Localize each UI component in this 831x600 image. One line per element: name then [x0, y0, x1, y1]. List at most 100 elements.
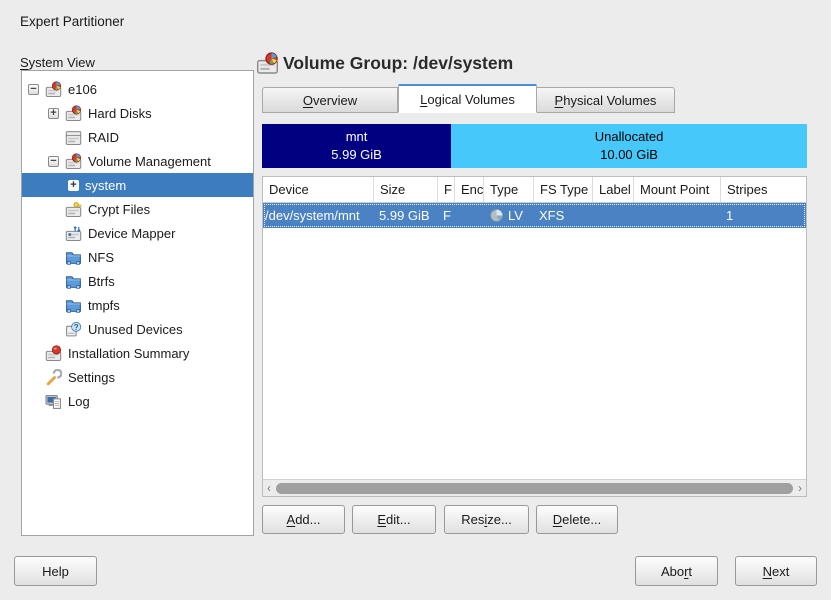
add-button[interactable]: Add... [262, 505, 345, 534]
sidebar-item-label: RAID [88, 130, 119, 145]
sidebar-item-label: Installation Summary [68, 346, 189, 361]
column-header-label: Mount Point [640, 182, 709, 197]
column-header-size[interactable]: Size [374, 177, 438, 202]
column-header-label: Size [380, 182, 405, 197]
column-header-device[interactable]: Device [263, 177, 374, 202]
column-header-label: F [444, 182, 452, 197]
sidebar-item-e106[interactable]: −e106 [22, 77, 253, 101]
cell-fs-type: XFS [534, 203, 593, 228]
volume-usage-bar: mnt5.99 GiBUnallocated10.00 GiB [262, 124, 807, 168]
sidebar-item-settings[interactable]: Settings [22, 365, 253, 389]
scrollbar-thumb[interactable] [276, 483, 793, 494]
scroll-right-icon[interactable]: › [794, 481, 806, 496]
sidebar-item-label: tmpfs [88, 298, 120, 313]
sidebar-item-label: Unused Devices [88, 322, 183, 337]
tree-expander-icon[interactable]: − [28, 84, 39, 95]
sidebar-item-label: Volume Management [88, 154, 211, 169]
cell-value: 1 [726, 208, 733, 223]
button-label: Add... [287, 512, 321, 527]
usage-segment-mnt: mnt5.99 GiB [262, 124, 451, 168]
table-header: Device Size F Enc Type FS Type Label Mount Poin… [263, 177, 806, 203]
delete-button[interactable]: Delete... [536, 505, 618, 534]
cell-mount-point [634, 203, 721, 228]
sidebar-item-installation-summary[interactable]: Installation Summary [22, 341, 253, 365]
abort-button[interactable]: Abort [635, 556, 718, 586]
cell-device: /dev/system/mnt [263, 203, 374, 228]
sidebar-item-label: Crypt Files [88, 202, 150, 217]
resize-button[interactable]: Resize... [444, 505, 529, 534]
edit-button[interactable]: Edit... [352, 505, 436, 534]
disk-plain-icon [65, 129, 82, 146]
column-header-label: Stripes [727, 182, 767, 197]
logical-volumes-table: Device Size F Enc Type FS Type Label Mount Poin… [262, 176, 807, 497]
column-header-label[interactable]: Label [593, 177, 634, 202]
column-header-fs-type[interactable]: FS Type [534, 177, 593, 202]
cell-value: F [443, 208, 451, 223]
sidebar-item-raid[interactable]: RAID [22, 125, 253, 149]
column-header-enc[interactable]: Enc [455, 177, 484, 202]
table-body: /dev/system/mnt 5.99 GiB F LV XFS 1 [263, 203, 806, 228]
sidebar-item-system[interactable]: + system [22, 173, 253, 197]
usage-segment-name: Unallocated [595, 128, 664, 146]
column-header-label: Type [490, 182, 518, 197]
sidebar-item-hard-disks[interactable]: +Hard Disks [22, 101, 253, 125]
tab-physical-volumes[interactable]: Physical Volumes [537, 87, 675, 113]
net-folder-icon [65, 297, 82, 314]
column-header-f[interactable]: F [438, 177, 455, 202]
cell-size: 5.99 GiB [374, 203, 438, 228]
sidebar-item-nfs[interactable]: NFS [22, 245, 253, 269]
column-header-label: Label [599, 182, 631, 197]
sidebar-item-label: Log [68, 394, 90, 409]
sidebar-item-unused-devices[interactable]: ? Unused Devices [22, 317, 253, 341]
horizontal-scrollbar[interactable]: ‹ › [263, 479, 806, 496]
volume-group-icon [256, 52, 279, 75]
button-label: Next [763, 564, 790, 579]
help-button[interactable]: Help [14, 556, 97, 586]
disk-red-icon [45, 345, 62, 362]
sidebar-item-btrfs[interactable]: Btrfs [22, 269, 253, 293]
tab-logical-volumes[interactable]: Logical Volumes [398, 84, 537, 113]
page-title: Volume Group: /dev/system [283, 53, 513, 74]
next-button[interactable]: Next [735, 556, 817, 586]
wrench-icon [45, 369, 62, 386]
tab-overview[interactable]: Overview [262, 87, 398, 113]
tab-label: Overview [303, 93, 357, 108]
sidebar-item-tmpfs[interactable]: tmpfs [22, 293, 253, 317]
column-header-label: Enc [461, 182, 483, 197]
usage-segment-unallocated: Unallocated10.00 GiB [451, 124, 807, 168]
button-label: Abort [661, 564, 692, 579]
svg-text:?: ? [74, 322, 79, 331]
sidebar-item-label: Btrfs [88, 274, 115, 289]
disk-mapper-icon [65, 225, 82, 242]
sidebar-item-label: system [85, 178, 126, 193]
tree-expander-icon[interactable]: + [48, 108, 59, 119]
cell-value: XFS [539, 208, 564, 223]
column-header-mount-point[interactable]: Mount Point [634, 177, 721, 202]
column-header-stripes[interactable]: Stripes [721, 177, 806, 202]
column-header-type[interactable]: Type [484, 177, 534, 202]
column-header-label: FS Type [540, 182, 588, 197]
tree-expander-icon[interactable]: − [48, 156, 59, 167]
button-label: Help [42, 564, 69, 579]
sidebar-item-device-mapper[interactable]: Device Mapper [22, 221, 253, 245]
tree-expander-icon[interactable]: + [68, 180, 79, 191]
usage-segment-name: mnt [346, 128, 368, 146]
table-row[interactable]: /dev/system/mnt 5.99 GiB F LV XFS 1 [263, 203, 806, 228]
button-label: Resize... [461, 512, 512, 527]
sidebar-item-volume-management[interactable]: − Volume Management [22, 149, 253, 173]
cell-value: 5.99 GiB [379, 208, 430, 223]
disk-color-icon [45, 81, 62, 98]
cell-label [593, 203, 634, 228]
system-view-label: System View [20, 55, 95, 70]
sidebar-item-label: Device Mapper [88, 226, 175, 241]
usage-segment-size: 5.99 GiB [331, 146, 382, 164]
tab-label: Physical Volumes [555, 93, 657, 108]
window-title: Expert Partitioner [20, 14, 124, 29]
disk-color-icon [65, 105, 82, 122]
system-view-tree: −e106+Hard Disks RAID − Volume Management + s… [21, 70, 254, 536]
sidebar-item-crypt-files[interactable]: Crypt Files [22, 197, 253, 221]
scroll-left-icon[interactable]: ‹ [263, 481, 275, 496]
usage-segment-size: 10.00 GiB [600, 146, 658, 164]
cell-type: LV [484, 203, 534, 228]
sidebar-item-log[interactable]: Log [22, 389, 253, 413]
